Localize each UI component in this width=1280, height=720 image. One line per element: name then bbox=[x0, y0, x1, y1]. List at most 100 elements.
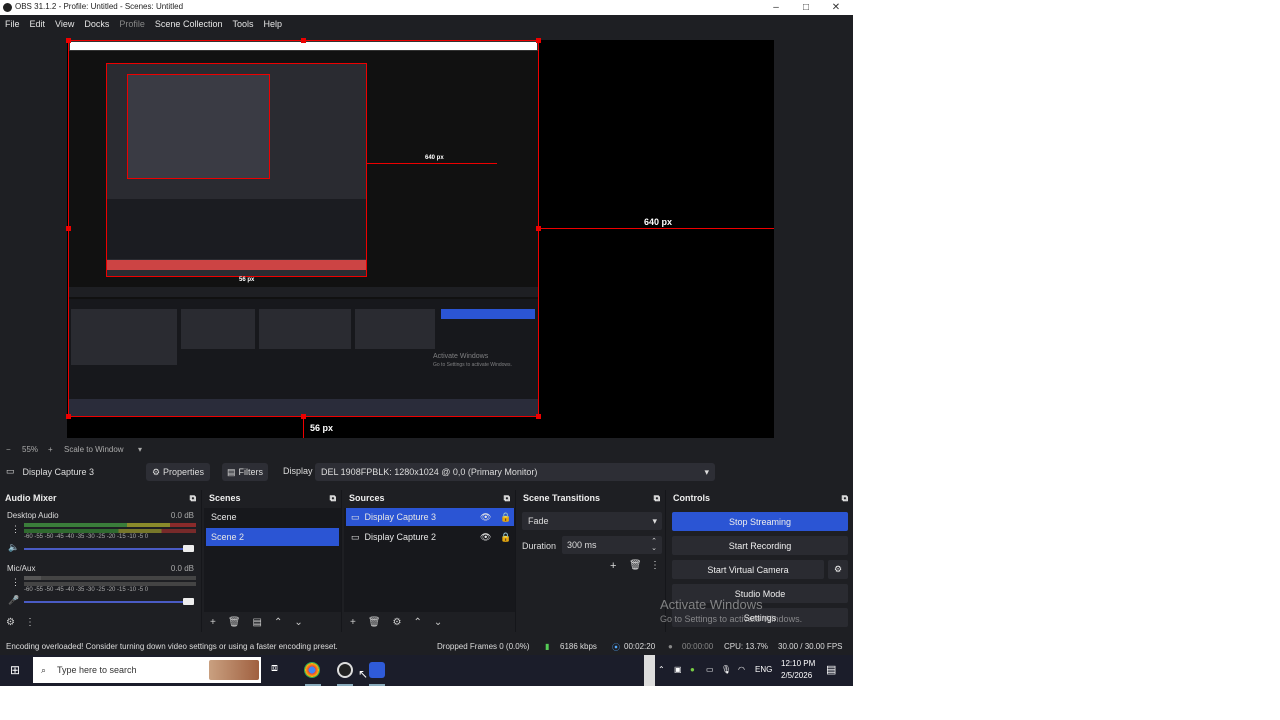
mic-aux-volume-slider[interactable] bbox=[24, 601, 192, 603]
controls-header: Controls ⧉ bbox=[668, 490, 853, 506]
scene-item[interactable]: Scene bbox=[206, 508, 339, 526]
taskbar-search[interactable]: ⌕ Type here to search bbox=[33, 657, 261, 683]
mixer-menu-icon[interactable]: ⋮ bbox=[25, 617, 35, 628]
obs-taskbar-icon[interactable] bbox=[337, 662, 353, 678]
menu-tools[interactable]: Tools bbox=[232, 19, 253, 29]
visibility-eye-icon[interactable]: 👁 bbox=[480, 512, 491, 523]
scene-filters-icon[interactable]: ▤ bbox=[253, 617, 262, 628]
display-select[interactable]: DEL 1908FPBLK: 1280x1024 @ 0,0 (Primary … bbox=[315, 463, 715, 481]
menu-view[interactable]: View bbox=[55, 19, 74, 29]
scenes-title: Scenes bbox=[209, 493, 241, 503]
desktop-audio-volume-handle[interactable] bbox=[183, 545, 194, 552]
menu-profile[interactable]: Profile bbox=[119, 19, 145, 29]
undock-icon[interactable]: ⧉ bbox=[654, 493, 660, 504]
speaker-icon[interactable]: 🔈 bbox=[8, 542, 19, 553]
resize-handle-tl[interactable] bbox=[66, 38, 71, 43]
tray-app-icon[interactable]: ▣ bbox=[674, 665, 682, 674]
windows-start-icon[interactable]: ⊞ bbox=[10, 663, 20, 677]
input-language[interactable]: ENG bbox=[755, 665, 772, 674]
app-taskbar-icon[interactable] bbox=[369, 662, 385, 678]
monitor-icon: ▭ bbox=[6, 466, 15, 476]
filters-button[interactable]: ▤ Filters bbox=[222, 463, 268, 481]
scene-item-selected[interactable]: Scene 2 bbox=[206, 528, 339, 546]
resize-handle-bl[interactable] bbox=[66, 414, 71, 419]
source-properties-icon[interactable]: ⚙ bbox=[393, 617, 402, 628]
zoom-level: 55% bbox=[22, 445, 39, 454]
add-source-icon[interactable]: + bbox=[350, 617, 356, 628]
resize-handle-br[interactable] bbox=[536, 414, 541, 419]
lock-icon[interactable]: 🔒 bbox=[500, 512, 511, 523]
clock-date[interactable]: 2/5/2026 bbox=[781, 671, 812, 680]
remove-scene-icon[interactable]: 🗑 bbox=[228, 617, 241, 628]
undock-icon[interactable]: ⧉ bbox=[504, 493, 510, 504]
menu-docks[interactable]: Docks bbox=[84, 19, 109, 29]
undock-icon[interactable]: ⧉ bbox=[330, 493, 336, 504]
tray-mic-icon[interactable]: 🎙 bbox=[721, 665, 731, 674]
tray-folder-icon[interactable]: ▭ bbox=[706, 665, 714, 674]
lock-icon[interactable]: 🔒 bbox=[500, 532, 511, 543]
mic-aux-volume-handle[interactable] bbox=[183, 598, 194, 605]
move-down-icon[interactable]: ⌄ bbox=[434, 617, 442, 628]
menu-scene-collection[interactable]: Scene Collection bbox=[155, 19, 223, 29]
remove-transition-icon[interactable]: 🗑 bbox=[629, 560, 642, 571]
stop-streaming-button[interactable]: Stop Streaming bbox=[672, 512, 848, 531]
resize-handle-tr[interactable] bbox=[536, 38, 541, 43]
maximize-button[interactable]: □ bbox=[792, 0, 820, 15]
undock-icon[interactable]: ⧉ bbox=[842, 493, 848, 504]
menu-file[interactable]: File bbox=[5, 19, 20, 29]
tray-overflow-icon[interactable]: ⌃ bbox=[658, 665, 665, 674]
move-up-icon[interactable]: ⌃ bbox=[414, 617, 422, 628]
audio-mixer-footer: ⚙ ⋮ bbox=[0, 612, 201, 632]
duration-input[interactable]: 300 ms ⌃ ⌄ bbox=[562, 536, 662, 554]
zoom-out-icon[interactable]: − bbox=[6, 445, 11, 454]
transition-select[interactable]: Fade ▾ bbox=[522, 512, 662, 530]
notifications-icon[interactable]: ▤ bbox=[826, 663, 836, 676]
mic-aux-menu-icon[interactable]: ⋮ bbox=[11, 577, 20, 588]
zoom-in-icon[interactable]: + bbox=[48, 445, 53, 454]
visibility-eye-icon[interactable]: 👁 bbox=[480, 532, 491, 543]
search-placeholder: Type here to search bbox=[57, 665, 137, 675]
task-view-icon[interactable]: ⧈ bbox=[271, 662, 278, 675]
search-highlight-image bbox=[209, 660, 259, 680]
stream-icon: ⦿ bbox=[612, 643, 620, 652]
scenes-footer: + 🗑 ▤ ⌃ ⌄ bbox=[204, 612, 341, 632]
scrollbar[interactable] bbox=[644, 655, 655, 686]
virtual-camera-settings-icon[interactable]: ⚙ bbox=[828, 560, 848, 579]
display-label: Display bbox=[283, 466, 313, 476]
properties-button[interactable]: ⚙ Properties bbox=[146, 463, 210, 481]
scene-item-label: Scene bbox=[211, 512, 237, 522]
move-down-icon[interactable]: ⌄ bbox=[294, 617, 302, 628]
move-up-icon[interactable]: ⌃ bbox=[274, 617, 282, 628]
scale-dropdown-icon[interactable]: ▾ bbox=[138, 445, 142, 454]
desktop-audio-volume-slider[interactable] bbox=[24, 548, 192, 550]
chrome-icon[interactable] bbox=[304, 662, 320, 678]
start-virtual-camera-button[interactable]: Start Virtual Camera bbox=[672, 560, 824, 579]
chrome-active-indicator bbox=[305, 684, 321, 686]
advanced-audio-icon[interactable]: ⚙ bbox=[6, 617, 15, 628]
add-scene-icon[interactable]: + bbox=[210, 617, 216, 628]
spin-icon[interactable]: ⌃ ⌄ bbox=[651, 538, 657, 552]
selected-source-box[interactable]: 640 px 56 px Activate Windows Go to Sett… bbox=[68, 40, 539, 417]
remove-source-icon[interactable]: 🗑 bbox=[368, 617, 381, 628]
tray-green-icon[interactable]: ● bbox=[690, 665, 695, 674]
obs-logo-icon bbox=[3, 3, 12, 12]
source-item-selected[interactable]: ▭ Display Capture 3 👁 🔒 bbox=[346, 508, 514, 526]
minimize-button[interactable]: – bbox=[762, 0, 790, 15]
desktop-audio-menu-icon[interactable]: ⋮ bbox=[11, 524, 20, 535]
mic-muted-icon[interactable]: 🎤 bbox=[8, 595, 19, 606]
start-recording-button[interactable]: Start Recording bbox=[672, 536, 848, 555]
source-item[interactable]: ▭ Display Capture 2 👁 🔒 bbox=[346, 528, 514, 546]
menu-help[interactable]: Help bbox=[263, 19, 282, 29]
clock-time[interactable]: 12:10 PM bbox=[781, 659, 815, 668]
resize-handle-top[interactable] bbox=[301, 38, 306, 43]
undock-icon[interactable]: ⧉ bbox=[190, 493, 196, 504]
menu-edit[interactable]: Edit bbox=[30, 19, 46, 29]
scale-mode[interactable]: Scale to Window bbox=[64, 445, 124, 454]
resize-handle-left[interactable] bbox=[66, 226, 71, 231]
preview-area[interactable]: 640 px 56 px Activate Windows Go to Sett… bbox=[0, 33, 853, 443]
status-message: Encoding overloaded! Consider turning do… bbox=[6, 642, 338, 651]
add-transition-icon[interactable]: + bbox=[610, 560, 616, 572]
wifi-icon[interactable]: ◠ bbox=[738, 665, 745, 674]
close-button[interactable]: ✕ bbox=[822, 0, 850, 15]
transition-menu-icon[interactable]: ⋮ bbox=[650, 560, 660, 571]
